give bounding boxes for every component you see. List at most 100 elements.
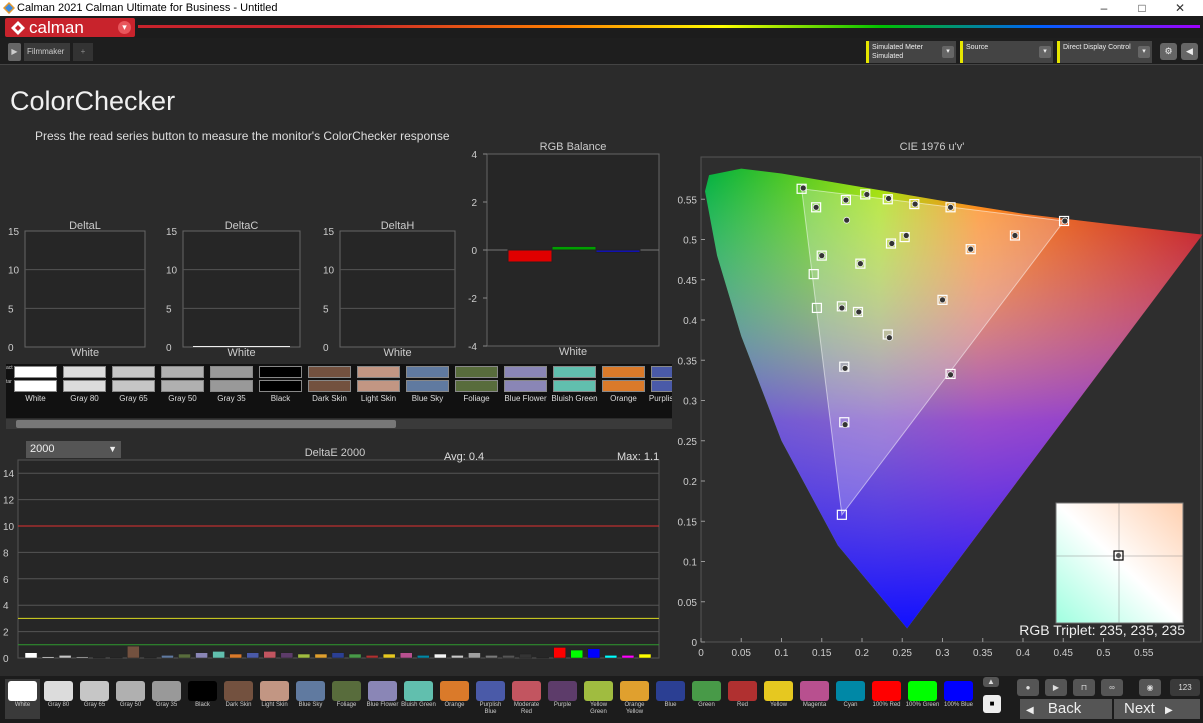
horizontal-scrollbar[interactable] <box>6 419 672 429</box>
y-tick-label: 0.3 <box>683 397 697 408</box>
actual-swatch <box>259 366 302 378</box>
bottom-swatch-button[interactable]: Magenta <box>797 679 832 719</box>
y-tick-label: 2 <box>3 628 9 639</box>
play-icon[interactable]: ▶ <box>1045 679 1067 696</box>
measured-point <box>947 371 954 379</box>
record-icon[interactable]: ◉ <box>1139 679 1161 696</box>
maximize-button[interactable]: □ <box>1127 0 1157 16</box>
actual-swatch <box>651 366 672 378</box>
y-tick-label: 8 <box>3 548 9 559</box>
collapse-icon[interactable]: ◀ <box>1181 43 1198 60</box>
minimize-button[interactable]: – <box>1089 0 1119 16</box>
bottom-swatch-button[interactable]: Purplish Blue <box>473 679 508 719</box>
source-select[interactable]: Source ▾ <box>960 41 1053 63</box>
bottom-swatch-button[interactable]: Red <box>725 679 760 719</box>
rgb-balance-bar <box>551 245 597 251</box>
swatch-chip <box>656 681 685 701</box>
average-label: Avg: 0.4 <box>444 451 484 463</box>
measured-point <box>1061 217 1069 225</box>
x-tick-label: 0.2 <box>855 648 869 659</box>
bottom-swatch-button[interactable]: White <box>5 679 40 719</box>
bottom-swatch-button[interactable]: Moderate Red <box>509 679 544 719</box>
calman-menu-button[interactable]: calman ▾ <box>5 18 135 37</box>
close-window-button[interactable]: ✕ <box>1165 0 1195 16</box>
camera-icon[interactable]: ● <box>1017 679 1039 696</box>
bottom-swatch-button[interactable]: Light Skin <box>257 679 292 719</box>
actual-swatch <box>455 366 498 378</box>
bottom-swatch-button[interactable]: Gray 65 <box>77 679 112 719</box>
deltae-bar <box>92 657 106 659</box>
swatch-label: White <box>14 702 31 708</box>
scrollbar-thumb[interactable] <box>16 420 396 428</box>
bottom-swatch-button[interactable]: Yellow Green <box>581 679 616 719</box>
swatch-label: Gray 35 <box>217 394 246 403</box>
x-tick-label: 0.4 <box>1016 648 1030 659</box>
x-tick-label: 0.55 <box>1134 648 1154 659</box>
swatch-label: Black <box>270 394 291 403</box>
swatch-label: 100% Red <box>872 702 901 708</box>
display-select[interactable]: Direct Display Control ▾ <box>1057 41 1152 63</box>
swatch-label: Black <box>195 702 210 708</box>
chart-title: DeltaL <box>69 220 101 232</box>
bottom-swatch-button[interactable]: Green <box>689 679 724 719</box>
bottom-swatch-button[interactable]: Blue <box>653 679 688 719</box>
y-tick-label: 15 <box>8 227 20 238</box>
meter-select[interactable]: Simulated Meter Simulated ▾ <box>866 41 956 63</box>
swatch-label: White <box>25 394 46 403</box>
y-tick-label: 0 <box>691 638 697 649</box>
lock-icon[interactable]: ⊓ <box>1073 679 1095 696</box>
cie-chart: CIE 1976 u'v' 0 0.05 0.1 0.15 0.2 0.25 0.3 0.35 0… <box>678 141 1203 659</box>
measured-point <box>855 308 863 316</box>
bottom-swatch-button[interactable]: Purple <box>545 679 580 719</box>
bottom-swatch-button[interactable]: Dark Skin <box>221 679 256 719</box>
bottom-swatch-button[interactable]: Orange Yellow <box>617 679 652 719</box>
swatch-label: Blue Sky <box>411 394 444 403</box>
bottom-swatch-button[interactable]: Gray 80 <box>41 679 76 719</box>
y-tick-label: 0 <box>471 246 477 257</box>
bottom-swatch-button[interactable]: Foliage <box>329 679 364 719</box>
swatch-chip <box>296 681 325 701</box>
bottom-swatch-button[interactable]: 100% Blue <box>941 679 976 719</box>
next-button[interactable]: Next ▶ <box>1114 699 1200 719</box>
swatch-chip <box>404 681 433 701</box>
add-tab-button[interactable]: + <box>73 43 93 61</box>
swatch-label: 100% Green <box>905 702 940 708</box>
swatch-chip <box>908 681 937 701</box>
bottom-swatch-button[interactable]: Blue Sky <box>293 679 328 719</box>
x-tick-label: 0.5 <box>1097 648 1111 659</box>
tab-filmmaker[interactable]: Filmmaker <box>24 43 70 61</box>
stop-button[interactable]: ■ <box>983 695 1001 713</box>
swatch-label: Magenta <box>802 702 827 708</box>
meter-select-sub: Simulated <box>872 53 904 60</box>
bottom-swatch-button[interactable]: Bluish Green <box>401 679 436 719</box>
bottom-swatch-button[interactable]: 100% Green <box>905 679 940 719</box>
back-button[interactable]: ◀ Back <box>1020 699 1112 719</box>
bottom-swatch-button[interactable]: Gray 50 <box>113 679 148 719</box>
y-tick-label: 4 <box>3 601 9 612</box>
y-tick-label: 4 <box>471 150 477 161</box>
deltae-bar <box>434 653 447 659</box>
y-tick-label: 0.55 <box>678 195 698 206</box>
deltae-bar <box>297 653 311 659</box>
up-arrow-icon[interactable]: ▲ <box>983 677 999 687</box>
bottom-swatch-button[interactable]: Cyan <box>833 679 868 719</box>
bottom-swatch-button[interactable]: Black <box>185 679 220 719</box>
bottom-swatch-button[interactable]: Blue Flower <box>365 679 400 719</box>
display-select-label: Direct Display Control <box>1063 44 1131 51</box>
deltae-bar <box>229 653 242 659</box>
swatch-chip <box>836 681 865 701</box>
play-icon[interactable]: ▶ <box>8 43 21 61</box>
settings-icon[interactable]: ⚙ <box>1160 43 1177 60</box>
loop-icon[interactable]: ∞ <box>1101 679 1123 696</box>
swatch-label: Red <box>736 702 748 708</box>
measured-point <box>838 304 846 312</box>
actual-swatch <box>308 366 351 378</box>
bottom-swatch-button[interactable]: 100% Red <box>869 679 904 719</box>
target-swatch <box>553 380 596 392</box>
measured-point <box>799 184 807 192</box>
bottom-swatch-button[interactable]: Gray 35 <box>149 679 184 719</box>
swatch-label: Purple <box>553 702 572 708</box>
bottom-swatch-button[interactable]: Yellow <box>761 679 796 719</box>
bottom-swatch-button[interactable]: Orange <box>437 679 472 719</box>
actual-swatch <box>553 366 596 378</box>
